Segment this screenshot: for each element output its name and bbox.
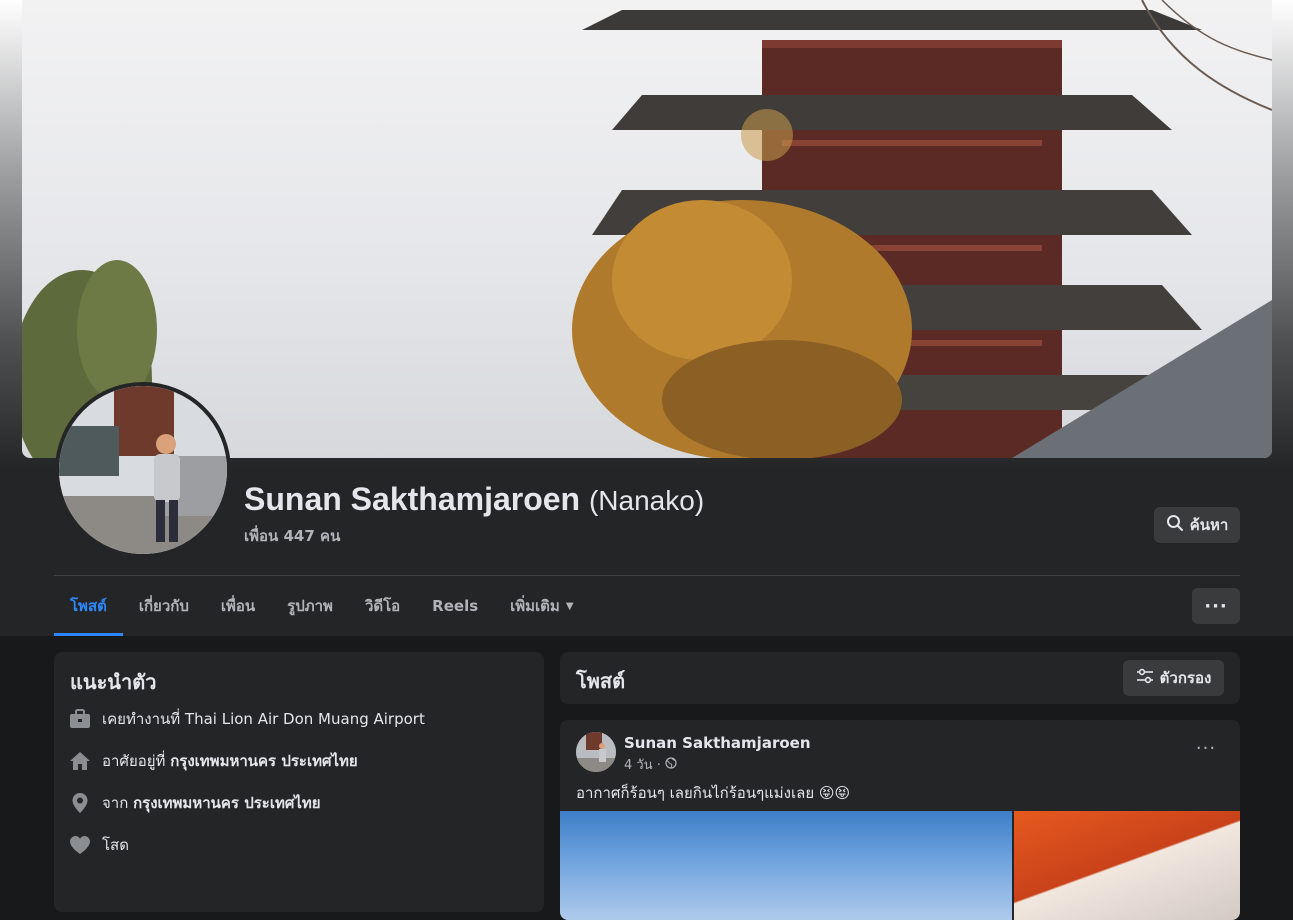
post-author-name[interactable]: Sunan Sakthamjaroen — [624, 734, 811, 752]
profile-alternate-name: (Nanako) — [588, 485, 705, 516]
tab-label: โพสต์ — [70, 597, 107, 615]
tab-label: เพื่อน — [220, 597, 256, 615]
heart-icon — [68, 833, 92, 857]
post-card: Sunan Sakthamjaroen 4 วัน · ··· อากาศก็ร… — [560, 720, 1240, 920]
intro-title: แนะนำตัว — [70, 670, 157, 694]
intro-from-prefix: จาก — [102, 794, 134, 812]
avatar-photo — [59, 386, 227, 554]
cover-photo[interactable] — [22, 0, 1272, 458]
tab-more[interactable]: เพิ่มเติม ▼ — [494, 576, 589, 636]
intro-work-value[interactable]: Thai Lion Air Don Muang Airport — [185, 710, 425, 728]
post-options-button[interactable]: ··· — [1188, 738, 1224, 762]
posts-title: โพสต์ — [576, 669, 626, 693]
intro-lives-value[interactable]: กรุงเทพมหานคร ประเทศไทย — [170, 752, 358, 770]
tab-about[interactable]: เกี่ยวกับ — [123, 576, 205, 636]
tab-friends[interactable]: เพื่อน — [205, 576, 271, 636]
post-text: อากาศก็ร้อนๆ เลยกินไก่ร้อนๆแม่งเลย 😝😝 — [576, 784, 851, 802]
intro-lives-prefix: อาศัยอยู่ที่ — [102, 752, 171, 770]
intro-lives: อาศัยอยู่ที่ กรุงเทพมหานคร ประเทศไทย — [68, 749, 358, 773]
posts-header-card: โพสต์ ตัวกรอง — [560, 652, 1240, 704]
tab-label: เพิ่มเติม — [510, 597, 560, 615]
profile-avatar[interactable] — [55, 382, 231, 558]
post-timestamp[interactable]: 4 วัน · — [624, 754, 661, 775]
tab-label: วิดีโอ — [364, 597, 401, 615]
tab-label: เกี่ยวกับ — [138, 597, 189, 615]
post-photo-sky[interactable] — [560, 811, 1012, 920]
search-button-label: ค้นหา — [1189, 516, 1229, 534]
intro-from: จาก กรุงเทพมหานคร ประเทศไทย — [68, 791, 321, 815]
tab-label: Reels — [432, 597, 479, 615]
chevron-down-icon: ▼ — [565, 600, 574, 612]
filter-button-label: ตัวกรอง — [1159, 669, 1212, 687]
tab-videos[interactable]: วิดีโอ — [349, 576, 416, 636]
post-photo-stall[interactable] — [1014, 811, 1240, 920]
filter-button[interactable]: ตัวกรอง — [1123, 660, 1224, 696]
search-icon — [1166, 514, 1184, 536]
intro-relationship-value: โสด — [102, 836, 129, 854]
tab-posts[interactable]: โพสต์ — [54, 576, 123, 636]
intro-relationship: โสด — [68, 833, 129, 857]
friends-count[interactable]: เพื่อน 447 คน — [244, 524, 340, 548]
briefcase-icon — [68, 707, 92, 731]
filter-icon — [1136, 668, 1154, 688]
intro-work-prefix: เคยทำงานที่ — [102, 710, 185, 728]
post-author-avatar[interactable] — [576, 732, 616, 772]
more-options-button[interactable]: ··· — [1192, 588, 1240, 624]
profile-tabs: โพสต์ เกี่ยวกับ เพื่อน รูปภาพ วิดีโอ Ree… — [54, 576, 590, 636]
intro-work: เคยทำงานที่ Thai Lion Air Don Muang Airp… — [68, 707, 425, 731]
home-icon — [68, 749, 92, 773]
tab-reels[interactable]: Reels — [416, 576, 494, 636]
intro-card: แนะนำตัว เคยทำงานที่ Thai Lion Air Don M… — [54, 652, 544, 912]
post-meta: 4 วัน · — [624, 754, 677, 775]
profile-name: Sunan Sakthamjaroen (Nanako) — [244, 481, 704, 518]
search-button[interactable]: ค้นหา — [1154, 507, 1240, 543]
profile-name-text: Sunan Sakthamjaroen — [244, 481, 581, 517]
intro-from-value[interactable]: กรุงเทพมหานคร ประเทศไทย — [133, 794, 321, 812]
location-pin-icon — [68, 791, 92, 815]
more-horizontal-icon: ··· — [1204, 595, 1228, 617]
tab-photos[interactable]: รูปภาพ — [271, 576, 349, 636]
globe-icon — [665, 756, 677, 773]
cover-pagoda-image — [22, 0, 1272, 458]
tab-label: รูปภาพ — [287, 597, 333, 615]
